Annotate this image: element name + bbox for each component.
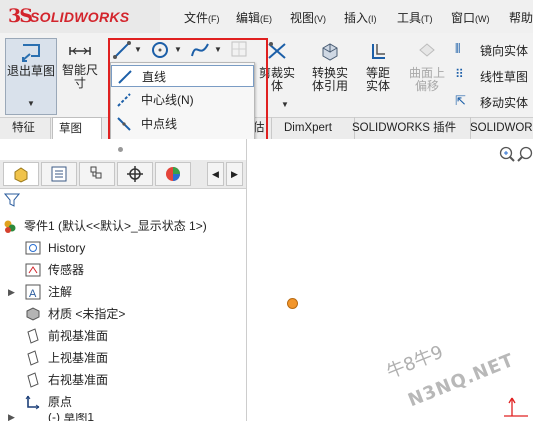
tab-configuration-manager[interactable]: [79, 162, 115, 186]
tree-item-right-plane[interactable]: 右视基准面: [0, 369, 240, 391]
move-label: 移动实体: [480, 96, 529, 110]
smart-dimension-button[interactable]: 智能尺寸: [58, 38, 102, 108]
tree-item-annotations[interactable]: ▶ A 注解: [0, 281, 240, 303]
filter-bar[interactable]: [2, 190, 242, 210]
exit-sketch-label: 退出草图: [6, 64, 55, 78]
logo-mark: 3S: [8, 5, 33, 27]
origin-point[interactable]: [287, 298, 298, 309]
tree-item-top-plane[interactable]: 上视基准面: [0, 347, 240, 369]
tab-feature-manager[interactable]: [3, 162, 39, 186]
mirror-label: 镜向实体: [480, 44, 529, 58]
zoom-to-fit-icon[interactable]: [499, 146, 515, 162]
menu-help[interactable]: 帮助: [509, 9, 533, 26]
convert-entities-button[interactable]: 转换实体引用: [306, 38, 354, 118]
chevron-right-icon: ▶: [231, 169, 238, 179]
surface-offset-label: 曲面上偏移: [408, 66, 445, 93]
tab-dimxpert-manager[interactable]: [117, 162, 153, 186]
menu-tools[interactable]: 工具(T): [397, 9, 433, 26]
part-icon: [4, 220, 16, 233]
configuration-icon: [90, 166, 102, 179]
chevron-down-icon[interactable]: ▼: [27, 99, 35, 108]
trim-icon: [268, 42, 286, 59]
plane-icon: [27, 372, 39, 388]
filter-icon: [4, 193, 20, 207]
tree-item-sketch1[interactable]: ▶ (-) 草图1: [0, 413, 240, 421]
expand-arrow-icon[interactable]: ▶: [8, 281, 15, 303]
tree-item-label: 上视基准面: [48, 351, 109, 365]
tree-item-label: (-) 草图1: [48, 413, 94, 421]
annotation-icon: A: [25, 284, 41, 300]
chevron-down-icon[interactable]: ▼: [281, 100, 289, 109]
tree-item-front-plane[interactable]: 前视基准面: [0, 325, 240, 347]
menu-view[interactable]: 视图(V): [290, 9, 326, 26]
move-icon: ⇱: [455, 93, 466, 108]
property-manager-icon: [51, 166, 67, 182]
view-toolbar: [499, 146, 533, 162]
linear-pattern-button[interactable]: ⠿ 线性草图: [453, 66, 533, 86]
tab-property-manager[interactable]: [41, 162, 77, 186]
tree-item-material[interactable]: 材质 <未指定>: [0, 303, 240, 325]
surface-offset-button: 曲面上偏移: [405, 38, 449, 118]
panel-grip[interactable]: [118, 147, 123, 152]
zoom-area-icon[interactable]: [517, 146, 533, 162]
tree-item-label: 材质 <未指定>: [48, 307, 126, 321]
feature-manager-icon: [14, 167, 28, 183]
tree-item-label: 注解: [48, 285, 73, 299]
material-icon: [26, 307, 40, 321]
chevron-left-icon: ◀: [212, 169, 219, 179]
tab-display-manager[interactable]: [155, 162, 191, 186]
tab-solidworks-addins[interactable]: SOLIDWORKS 插件: [346, 117, 471, 139]
tree-item-sensors[interactable]: 传感器: [0, 259, 240, 281]
logo-text: SOLIDWORKS: [30, 9, 130, 25]
plane-icon: [27, 328, 39, 344]
sketch-origin-icon: [504, 397, 528, 417]
appearance-icon: [166, 167, 180, 181]
tab-features[interactable]: 特征: [6, 117, 51, 139]
menu-file[interactable]: 文件(F): [184, 9, 220, 26]
tree-root-part[interactable]: 零件1 (默认<<默认>_显示状态 1>): [0, 215, 242, 237]
sensor-icon: [25, 263, 41, 277]
menu-insert[interactable]: 插入(I): [344, 9, 377, 26]
tab-sketch[interactable]: 草图: [52, 117, 102, 140]
convert-label: 转换实体引用: [311, 66, 348, 93]
linear-pattern-icon: ⠿: [455, 67, 464, 81]
menu-edit[interactable]: 编辑(E): [236, 9, 272, 26]
tree-item-label: 原点: [48, 395, 73, 409]
app-logo[interactable]: 3S SOLIDWORKS: [0, 0, 160, 33]
history-icon: [25, 241, 41, 255]
mirror-entities-button[interactable]: ⫴ 镜向实体: [453, 40, 533, 60]
exit-sketch-button[interactable]: 退出草图 ▼: [5, 38, 57, 115]
smart-dimension-label: 智能尺寸: [61, 63, 98, 90]
part-name: 零件1 (默认<<默认>_显示状态 1>): [24, 219, 207, 233]
offset-label: 等距实体: [365, 66, 390, 93]
panel-tabs-scroll-left[interactable]: ◀: [207, 162, 224, 186]
linear-pattern-label: 线性草图: [480, 70, 529, 84]
smart-dimension-icon: [69, 47, 91, 55]
tree-item-label: History: [48, 241, 86, 255]
tree-item-label: 前视基准面: [48, 329, 109, 343]
tree-item-label: 右视基准面: [48, 373, 109, 387]
menu-window[interactable]: 窗口(W): [451, 9, 490, 26]
svg-text:A: A: [29, 288, 37, 300]
plane-icon: [27, 350, 39, 366]
move-entities-button[interactable]: ⇱ 移动实体: [453, 92, 533, 112]
convert-icon: [322, 43, 338, 61]
tree-item-label: 传感器: [48, 263, 85, 277]
mirror-icon: ⫴: [455, 41, 461, 56]
offset-icon: [372, 44, 385, 59]
origin-icon: [25, 395, 40, 410]
tree-item-origin[interactable]: 原点: [0, 391, 240, 413]
surface-offset-icon: [419, 43, 435, 57]
tab-solidworks-more[interactable]: SOLIDWORK: [464, 117, 533, 139]
crosshair-icon: [127, 166, 143, 182]
exit-sketch-icon: [22, 44, 40, 62]
expand-arrow-icon[interactable]: ▶: [8, 413, 15, 421]
tab-dimxpert[interactable]: DimXpert: [278, 117, 355, 139]
tree-item-history[interactable]: History: [0, 237, 240, 259]
offset-entities-button[interactable]: 等距实体: [356, 38, 400, 118]
panel-tabs-scroll-right[interactable]: ▶: [226, 162, 243, 186]
highlight-box: [108, 38, 268, 144]
